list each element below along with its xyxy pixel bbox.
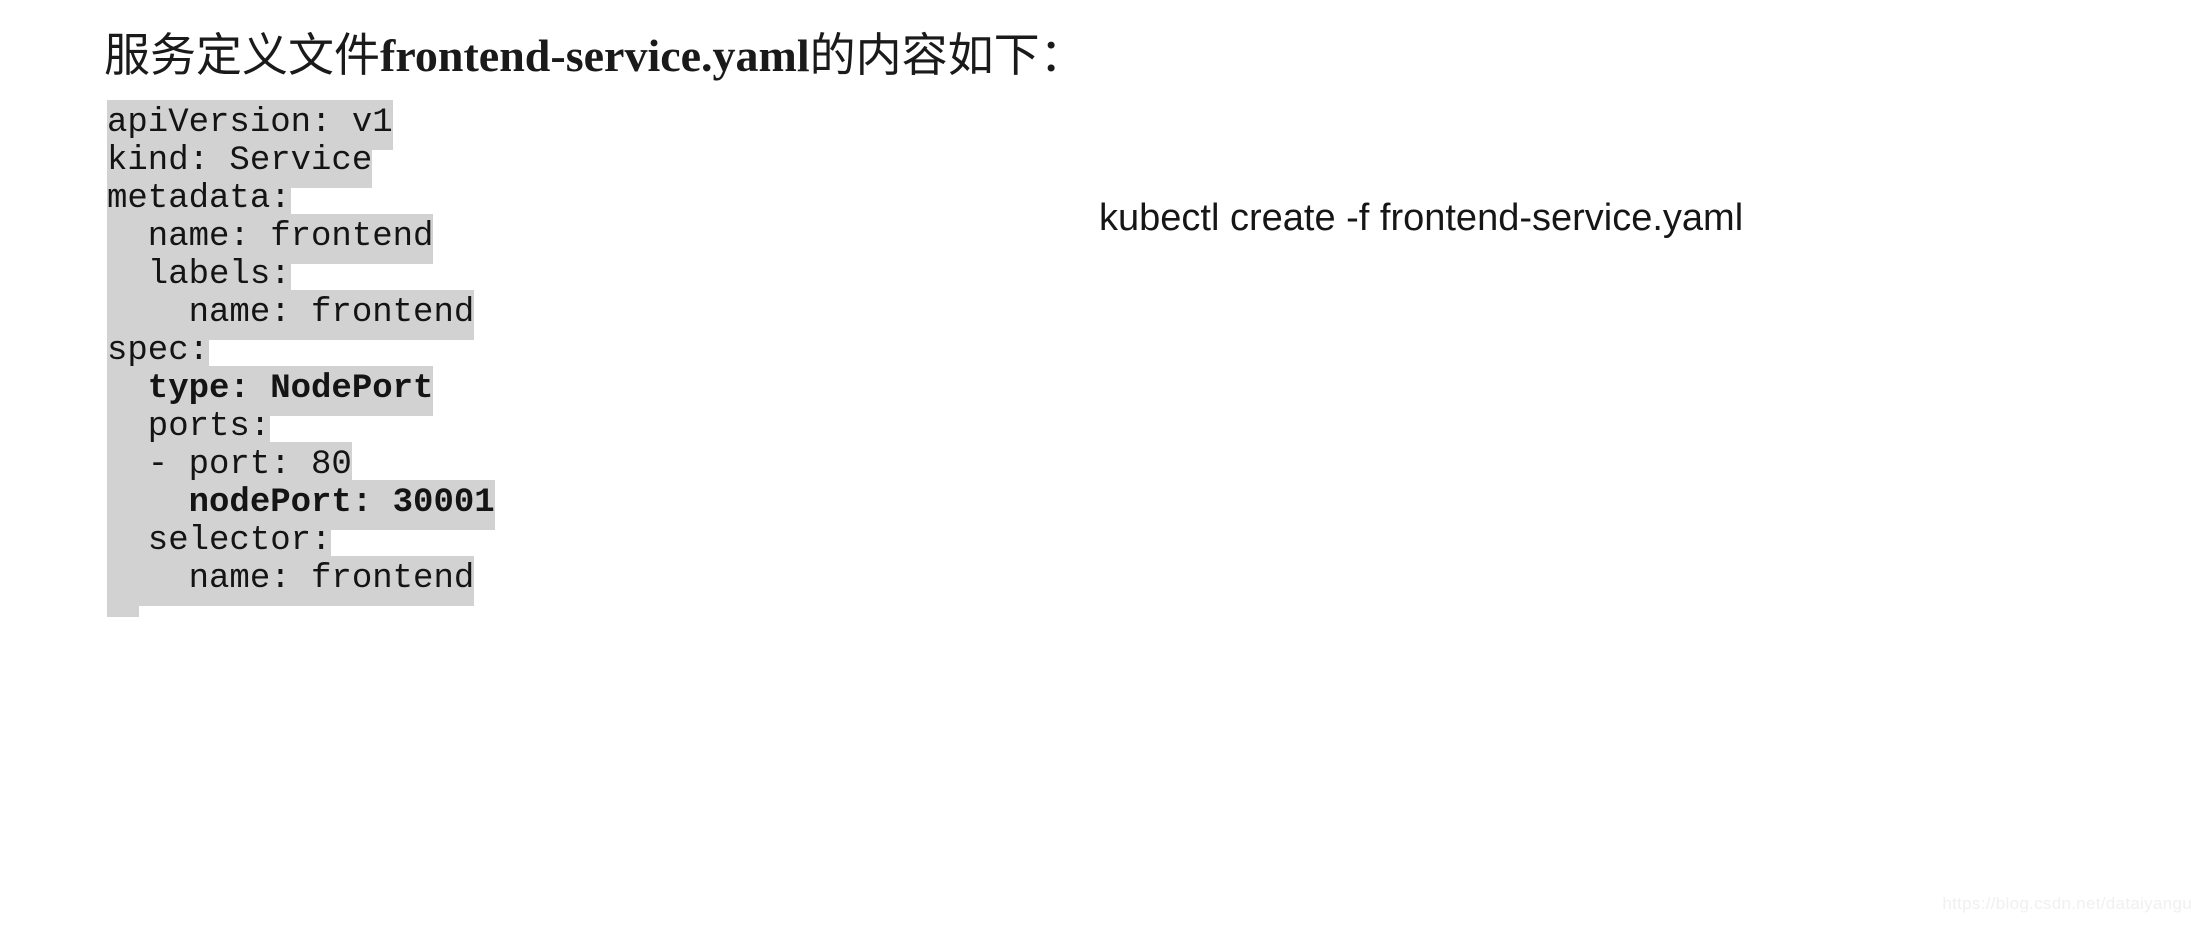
watermark: https://blog.csdn.net/dataiyangu (1942, 894, 2192, 913)
code-line: name: frontend (107, 214, 495, 264)
code-line: kind: Service (107, 138, 495, 188)
kubectl-command-text: kubectl create -f frontend-service.yaml (1099, 197, 1744, 239)
code-line: name: frontend (107, 290, 495, 340)
code-line: apiVersion: v1 (107, 100, 495, 150)
yaml-code-block: apiVersion: v1 kind: Service metadata: nam… (107, 100, 495, 606)
code-line: - port: 80 (107, 442, 495, 492)
page-title-suffix: 的内容如下： (809, 30, 1086, 81)
page-title-filename: frontend-service.yaml (380, 30, 810, 81)
code-line: type: NodePort (107, 366, 495, 416)
page-title: 服务定义文件frontend-service.yaml的内容如下： (104, 30, 1086, 82)
page-title-prefix: 服务定义文件 (104, 30, 380, 81)
code-line: nodePort: 30001 (107, 480, 495, 530)
code-line-text: name: frontend (107, 556, 475, 606)
code-line: name: frontend (107, 556, 495, 606)
